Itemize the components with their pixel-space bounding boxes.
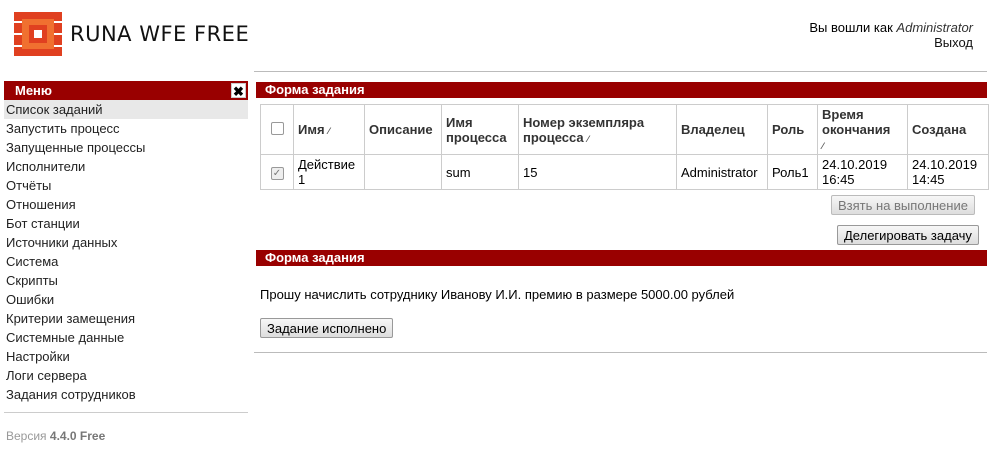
user-prefix: Вы вошли как: [809, 20, 893, 35]
menu-title: Меню: [15, 83, 53, 98]
version-label: Версия: [6, 429, 47, 443]
menu-item-executors[interactable]: Исполнители: [4, 157, 248, 176]
menu-item-employee-tasks[interactable]: Задания сотрудников: [4, 385, 248, 404]
menu-item-start-process[interactable]: Запустить процесс: [4, 119, 248, 138]
version-value: 4.4.0 Free: [49, 429, 106, 443]
menu-header: Меню ✖: [4, 81, 248, 100]
task-table: Имя ⁄ Описание Имя процесса Номер экземп…: [260, 104, 989, 190]
select-all-checkbox[interactable]: [270, 121, 284, 135]
menu-item-system-data[interactable]: Системные данные: [4, 328, 248, 347]
select-all-cell: [260, 104, 294, 155]
sidebar-divider: [4, 412, 248, 413]
menu-item-errors[interactable]: Ошибки: [4, 290, 248, 309]
col-header-process-name[interactable]: Имя процесса: [441, 104, 519, 155]
menu-item-reports[interactable]: Отчёты: [4, 176, 248, 195]
task-message: Прошу начислить сотруднику Иванову И.И. …: [260, 287, 735, 302]
cell-name[interactable]: Действие 1: [293, 154, 365, 190]
task-complete-button[interactable]: Задание исполнено: [260, 318, 394, 338]
menu-item-scripts[interactable]: Скрипты: [4, 271, 248, 290]
menu-item-system[interactable]: Система: [4, 252, 248, 271]
col-header-role[interactable]: Роль: [767, 104, 818, 155]
menu-item-server-logs[interactable]: Логи сервера: [4, 366, 248, 385]
cell-created: 24.10.2019 14:45: [907, 154, 989, 190]
user-name: Administrator: [896, 20, 973, 35]
row-checkbox[interactable]: ✓: [270, 167, 284, 180]
menu-item-data-sources[interactable]: Источники данных: [4, 233, 248, 252]
menu-item-bot-stations[interactable]: Бот станции: [4, 214, 248, 233]
col-header-owner[interactable]: Владелец: [676, 104, 768, 155]
col-header-name[interactable]: Имя ⁄: [293, 104, 365, 155]
cell-description: [364, 154, 442, 190]
menu-list: Список заданий Запустить процесс Запущен…: [4, 100, 248, 404]
menu-item-settings[interactable]: Настройки: [4, 347, 248, 366]
version-info: Версия 4.4.0 Free: [6, 429, 105, 443]
menu-item-relations[interactable]: Отношения: [4, 195, 248, 214]
cell-deadline: 24.10.2019 16:45: [817, 154, 908, 190]
row-select-cell: ✓: [260, 154, 294, 190]
user-info: Вы вошли как Administrator Выход: [809, 20, 973, 50]
cell-process-name: sum: [441, 154, 519, 190]
brand-name: RUNA WFE FREE: [70, 22, 250, 46]
table-row[interactable]: ✓ Действие 1 sum 15 Administrator Роль1 …: [260, 154, 989, 190]
menu-item-running-processes[interactable]: Запущенные процессы: [4, 138, 248, 157]
close-icon[interactable]: ✖: [231, 83, 246, 99]
runa-logo-icon: [14, 12, 62, 56]
col-header-created[interactable]: Создана: [907, 104, 989, 155]
take-task-button[interactable]: Взять на выполнение: [831, 195, 975, 215]
header-divider: [254, 71, 987, 72]
col-header-deadline[interactable]: Время окончания ⁄: [817, 104, 908, 155]
logout-link[interactable]: Выход: [934, 35, 973, 50]
col-header-instance[interactable]: Номер экземпляра процесса ⁄: [518, 104, 677, 155]
task-form-header: Форма задания: [256, 82, 987, 98]
cell-role: Роль1: [767, 154, 818, 190]
menu-item-substitution-criteria[interactable]: Критерии замещения: [4, 309, 248, 328]
delegate-task-button[interactable]: Делегировать задачу: [837, 225, 979, 245]
col-header-description[interactable]: Описание: [364, 104, 442, 155]
menu-item-task-list[interactable]: Список заданий: [4, 100, 248, 119]
detail-form-header: Форма задания: [256, 250, 987, 266]
cell-instance: 15: [518, 154, 677, 190]
content-divider: [254, 352, 987, 353]
cell-owner: Administrator: [676, 154, 768, 190]
sidebar: Меню ✖ Список заданий Запустить процесс …: [4, 81, 248, 413]
